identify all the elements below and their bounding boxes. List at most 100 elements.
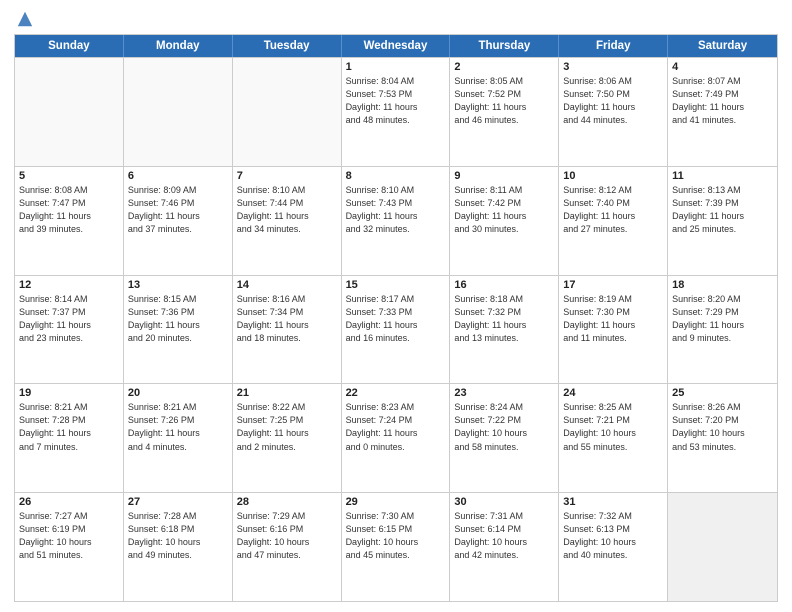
day-info: Sunrise: 8:23 AM Sunset: 7:24 PM Dayligh… bbox=[346, 401, 446, 453]
day-number: 30 bbox=[454, 496, 554, 508]
day-number: 8 bbox=[346, 170, 446, 182]
calendar-body: 1 Sunrise: 8:04 AM Sunset: 7:53 PM Daylig… bbox=[15, 57, 777, 601]
calendar-cell: 25 Sunrise: 8:26 AM Sunset: 7:20 PM Dayli… bbox=[668, 384, 777, 492]
day-info: Sunrise: 8:19 AM Sunset: 7:30 PM Dayligh… bbox=[563, 293, 663, 345]
calendar-cell: 20 Sunrise: 8:21 AM Sunset: 7:26 PM Dayli… bbox=[124, 384, 233, 492]
calendar-cell: 4 Sunrise: 8:07 AM Sunset: 7:49 PM Daylig… bbox=[668, 58, 777, 166]
day-number: 4 bbox=[672, 61, 773, 73]
day-number: 15 bbox=[346, 279, 446, 291]
calendar-cell: 1 Sunrise: 8:04 AM Sunset: 7:53 PM Daylig… bbox=[342, 58, 451, 166]
calendar-week: 12 Sunrise: 8:14 AM Sunset: 7:37 PM Dayli… bbox=[15, 275, 777, 384]
weekday-header: Saturday bbox=[668, 35, 777, 57]
day-info: Sunrise: 8:14 AM Sunset: 7:37 PM Dayligh… bbox=[19, 293, 119, 345]
day-info: Sunrise: 8:09 AM Sunset: 7:46 PM Dayligh… bbox=[128, 184, 228, 236]
day-number: 17 bbox=[563, 279, 663, 291]
calendar-cell bbox=[233, 58, 342, 166]
weekday-header: Friday bbox=[559, 35, 668, 57]
calendar-cell: 30 Sunrise: 7:31 AM Sunset: 6:14 PM Dayli… bbox=[450, 493, 559, 601]
day-number: 16 bbox=[454, 279, 554, 291]
weekday-header: Wednesday bbox=[342, 35, 451, 57]
calendar-cell: 13 Sunrise: 8:15 AM Sunset: 7:36 PM Dayli… bbox=[124, 276, 233, 384]
day-number: 28 bbox=[237, 496, 337, 508]
calendar-cell: 27 Sunrise: 7:28 AM Sunset: 6:18 PM Dayli… bbox=[124, 493, 233, 601]
calendar-cell: 17 Sunrise: 8:19 AM Sunset: 7:30 PM Dayli… bbox=[559, 276, 668, 384]
day-info: Sunrise: 8:21 AM Sunset: 7:26 PM Dayligh… bbox=[128, 401, 228, 453]
day-info: Sunrise: 8:15 AM Sunset: 7:36 PM Dayligh… bbox=[128, 293, 228, 345]
day-number: 9 bbox=[454, 170, 554, 182]
calendar-cell: 11Sunrise: 8:13 AM Sunset: 7:39 PM Dayli… bbox=[668, 167, 777, 275]
day-number: 27 bbox=[128, 496, 228, 508]
day-info: Sunrise: 8:13 AM Sunset: 7:39 PM Dayligh… bbox=[672, 184, 773, 236]
day-number: 10 bbox=[563, 170, 663, 182]
calendar-week: 5Sunrise: 8:08 AM Sunset: 7:47 PM Daylig… bbox=[15, 166, 777, 275]
day-number: 14 bbox=[237, 279, 337, 291]
day-number: 31 bbox=[563, 496, 663, 508]
page: SundayMondayTuesdayWednesdayThursdayFrid… bbox=[0, 0, 792, 612]
day-info: Sunrise: 7:29 AM Sunset: 6:16 PM Dayligh… bbox=[237, 510, 337, 562]
day-info: Sunrise: 8:10 AM Sunset: 7:44 PM Dayligh… bbox=[237, 184, 337, 236]
day-info: Sunrise: 7:31 AM Sunset: 6:14 PM Dayligh… bbox=[454, 510, 554, 562]
day-info: Sunrise: 8:12 AM Sunset: 7:40 PM Dayligh… bbox=[563, 184, 663, 236]
day-number: 23 bbox=[454, 387, 554, 399]
day-info: Sunrise: 8:26 AM Sunset: 7:20 PM Dayligh… bbox=[672, 401, 773, 453]
day-number: 18 bbox=[672, 279, 773, 291]
weekday-header: Monday bbox=[124, 35, 233, 57]
day-info: Sunrise: 8:16 AM Sunset: 7:34 PM Dayligh… bbox=[237, 293, 337, 345]
calendar-cell: 26 Sunrise: 7:27 AM Sunset: 6:19 PM Dayli… bbox=[15, 493, 124, 601]
calendar-week: 19 Sunrise: 8:21 AM Sunset: 7:28 PM Dayli… bbox=[15, 383, 777, 492]
calendar-cell: 18Sunrise: 8:20 AM Sunset: 7:29 PM Dayli… bbox=[668, 276, 777, 384]
day-number: 20 bbox=[128, 387, 228, 399]
day-number: 29 bbox=[346, 496, 446, 508]
calendar-cell: 31Sunrise: 7:32 AM Sunset: 6:13 PM Dayli… bbox=[559, 493, 668, 601]
day-number: 26 bbox=[19, 496, 119, 508]
calendar-header: SundayMondayTuesdayWednesdayThursdayFrid… bbox=[15, 35, 777, 57]
day-info: Sunrise: 8:21 AM Sunset: 7:28 PM Dayligh… bbox=[19, 401, 119, 453]
calendar-cell: 8 Sunrise: 8:10 AM Sunset: 7:43 PM Daylig… bbox=[342, 167, 451, 275]
calendar-cell: 3 Sunrise: 8:06 AM Sunset: 7:50 PM Daylig… bbox=[559, 58, 668, 166]
day-number: 25 bbox=[672, 387, 773, 399]
calendar-cell: 22 Sunrise: 8:23 AM Sunset: 7:24 PM Dayli… bbox=[342, 384, 451, 492]
day-info: Sunrise: 7:28 AM Sunset: 6:18 PM Dayligh… bbox=[128, 510, 228, 562]
day-info: Sunrise: 8:04 AM Sunset: 7:53 PM Dayligh… bbox=[346, 75, 446, 127]
logo-text bbox=[14, 14, 34, 28]
calendar-cell: 15 Sunrise: 8:17 AM Sunset: 7:33 PM Dayli… bbox=[342, 276, 451, 384]
calendar-cell: 5Sunrise: 8:08 AM Sunset: 7:47 PM Daylig… bbox=[15, 167, 124, 275]
day-info: Sunrise: 8:11 AM Sunset: 7:42 PM Dayligh… bbox=[454, 184, 554, 236]
calendar-cell: 9 Sunrise: 8:11 AM Sunset: 7:42 PM Daylig… bbox=[450, 167, 559, 275]
day-info: Sunrise: 7:27 AM Sunset: 6:19 PM Dayligh… bbox=[19, 510, 119, 562]
day-number: 2 bbox=[454, 61, 554, 73]
calendar-cell: 19 Sunrise: 8:21 AM Sunset: 7:28 PM Dayli… bbox=[15, 384, 124, 492]
calendar-week: 1 Sunrise: 8:04 AM Sunset: 7:53 PM Daylig… bbox=[15, 57, 777, 166]
day-info: Sunrise: 8:17 AM Sunset: 7:33 PM Dayligh… bbox=[346, 293, 446, 345]
calendar-cell: 2 Sunrise: 8:05 AM Sunset: 7:52 PM Daylig… bbox=[450, 58, 559, 166]
day-info: Sunrise: 8:22 AM Sunset: 7:25 PM Dayligh… bbox=[237, 401, 337, 453]
day-info: Sunrise: 8:06 AM Sunset: 7:50 PM Dayligh… bbox=[563, 75, 663, 127]
day-number: 19 bbox=[19, 387, 119, 399]
day-info: Sunrise: 8:10 AM Sunset: 7:43 PM Dayligh… bbox=[346, 184, 446, 236]
day-info: Sunrise: 7:30 AM Sunset: 6:15 PM Dayligh… bbox=[346, 510, 446, 562]
day-number: 1 bbox=[346, 61, 446, 73]
header bbox=[14, 10, 778, 28]
calendar-cell: 6Sunrise: 8:09 AM Sunset: 7:46 PM Daylig… bbox=[124, 167, 233, 275]
calendar: SundayMondayTuesdayWednesdayThursdayFrid… bbox=[14, 34, 778, 602]
calendar-cell: 7Sunrise: 8:10 AM Sunset: 7:44 PM Daylig… bbox=[233, 167, 342, 275]
day-info: Sunrise: 8:05 AM Sunset: 7:52 PM Dayligh… bbox=[454, 75, 554, 127]
day-info: Sunrise: 8:18 AM Sunset: 7:32 PM Dayligh… bbox=[454, 293, 554, 345]
calendar-cell: 23 Sunrise: 8:24 AM Sunset: 7:22 PM Dayli… bbox=[450, 384, 559, 492]
calendar-cell: 29 Sunrise: 7:30 AM Sunset: 6:15 PM Dayli… bbox=[342, 493, 451, 601]
calendar-cell: 10 Sunrise: 8:12 AM Sunset: 7:40 PM Dayli… bbox=[559, 167, 668, 275]
day-number: 12 bbox=[19, 279, 119, 291]
day-number: 3 bbox=[563, 61, 663, 73]
day-number: 22 bbox=[346, 387, 446, 399]
day-number: 13 bbox=[128, 279, 228, 291]
calendar-cell: 21Sunrise: 8:22 AM Sunset: 7:25 PM Dayli… bbox=[233, 384, 342, 492]
calendar-cell bbox=[15, 58, 124, 166]
weekday-header: Thursday bbox=[450, 35, 559, 57]
day-info: Sunrise: 8:08 AM Sunset: 7:47 PM Dayligh… bbox=[19, 184, 119, 236]
logo bbox=[14, 14, 34, 28]
day-info: Sunrise: 8:07 AM Sunset: 7:49 PM Dayligh… bbox=[672, 75, 773, 127]
day-number: 24 bbox=[563, 387, 663, 399]
calendar-cell bbox=[668, 493, 777, 601]
day-info: Sunrise: 8:24 AM Sunset: 7:22 PM Dayligh… bbox=[454, 401, 554, 453]
calendar-cell: 16 Sunrise: 8:18 AM Sunset: 7:32 PM Dayli… bbox=[450, 276, 559, 384]
